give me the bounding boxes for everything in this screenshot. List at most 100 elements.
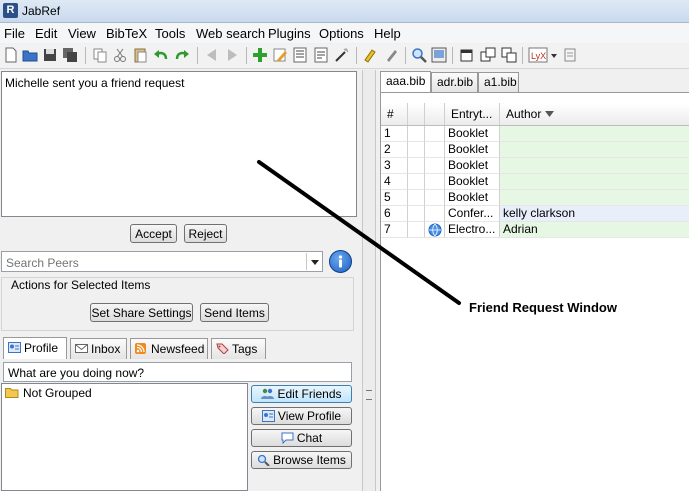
menu-options[interactable]: Options xyxy=(319,26,364,41)
view-profile-button[interactable]: View Profile xyxy=(251,407,352,425)
search-icon[interactable] xyxy=(411,47,427,63)
tab-tags[interactable]: Tags xyxy=(211,338,266,359)
edit-strings-icon[interactable] xyxy=(292,47,308,63)
edit-entry-icon[interactable] xyxy=(272,47,288,63)
cell-author xyxy=(500,174,689,190)
toolbar-separator xyxy=(197,47,198,64)
lyx-icon[interactable]: LyX xyxy=(528,47,548,63)
panel-splitter[interactable] xyxy=(362,70,376,491)
friends-list[interactable]: Not Grouped xyxy=(1,383,248,491)
table-row[interactable]: 2 Booklet xyxy=(381,142,689,158)
jabref-app-icon: R xyxy=(3,3,18,18)
menu-edit[interactable]: Edit xyxy=(35,26,57,41)
reject-button[interactable]: Reject xyxy=(184,224,227,243)
cell-author xyxy=(500,190,689,206)
cell-flag xyxy=(408,158,425,174)
lyx-dropdown-icon[interactable] xyxy=(550,47,558,63)
actions-panel-title: Actions for Selected Items xyxy=(11,278,151,292)
send-items-button[interactable]: Send Items xyxy=(200,303,269,322)
cell-file xyxy=(425,190,445,206)
table-row[interactable]: 7 Electro... Adrian xyxy=(381,222,689,238)
status-input[interactable] xyxy=(6,364,350,382)
cell-number: 5 xyxy=(381,190,408,206)
info-button[interactable] xyxy=(329,250,352,273)
toolbar-separator xyxy=(246,47,247,64)
redo-icon[interactable] xyxy=(174,47,190,63)
menu-bibtex[interactable]: BibTeX xyxy=(106,26,147,41)
undo-icon[interactable] xyxy=(153,47,169,63)
sort-descending-icon xyxy=(544,111,554,117)
menu-view[interactable]: View xyxy=(68,26,96,41)
globe-icon[interactable] xyxy=(428,223,442,237)
open-file-icon[interactable] xyxy=(22,47,38,63)
windows-tile-icon[interactable] xyxy=(480,47,496,63)
table-row[interactable]: 3 Booklet xyxy=(381,158,689,174)
menu-tools[interactable]: Tools xyxy=(155,26,185,41)
windows-cascade-icon[interactable] xyxy=(501,47,517,63)
edit-friends-button[interactable]: Edit Friends xyxy=(251,385,352,403)
menu-plugins[interactable]: Plugins xyxy=(268,26,311,41)
toggle-groups-icon[interactable] xyxy=(431,47,447,63)
column-header-number[interactable]: # xyxy=(381,103,408,125)
save-all-icon[interactable] xyxy=(62,47,78,63)
profile-card-icon xyxy=(261,410,275,422)
inbox-icon xyxy=(75,340,88,353)
search-peers-input[interactable] xyxy=(4,253,308,272)
friends-group-item[interactable]: Not Grouped xyxy=(5,386,92,400)
tab-profile[interactable]: Profile xyxy=(3,337,67,359)
browse-items-button[interactable]: Browse Items xyxy=(251,451,352,469)
cell-entrytype: Booklet xyxy=(445,126,500,142)
pencil-icon[interactable] xyxy=(384,47,400,63)
magic-wand-icon[interactable] xyxy=(334,47,350,63)
tab-newsfeed[interactable]: Newsfeed xyxy=(130,338,208,359)
table-row[interactable]: 4 Booklet xyxy=(381,174,689,190)
cell-number: 7 xyxy=(381,222,408,238)
friend-request-message: Michelle sent you a friend request xyxy=(5,76,185,90)
accept-button[interactable]: Accept xyxy=(130,224,177,243)
menu-web-search[interactable]: Web search xyxy=(196,26,265,41)
add-entry-icon[interactable] xyxy=(252,47,268,63)
cell-file xyxy=(425,174,445,190)
users-icon xyxy=(261,388,275,400)
group-label: Not Grouped xyxy=(23,386,92,400)
cell-number: 1 xyxy=(381,126,408,142)
table-row[interactable]: 6 Confer... kelly clarkson xyxy=(381,206,689,222)
cell-file xyxy=(425,222,445,238)
cell-number: 4 xyxy=(381,174,408,190)
save-icon[interactable] xyxy=(42,47,58,63)
chat-button[interactable]: Chat xyxy=(251,429,352,447)
splitter-grip[interactable] xyxy=(366,390,372,400)
table-row[interactable]: 1 Booklet xyxy=(381,126,689,142)
file-tab-aaa[interactable]: aaa.bib xyxy=(380,71,431,92)
forward-icon[interactable] xyxy=(224,47,240,63)
file-tab-a1[interactable]: a1.bib xyxy=(478,72,519,92)
tab-label: Inbox xyxy=(91,342,121,356)
cut-icon[interactable] xyxy=(112,47,128,63)
edit-preamble-icon[interactable] xyxy=(313,47,329,63)
menu-file[interactable]: File xyxy=(4,26,25,41)
toolbar-separator xyxy=(452,47,453,64)
magnifier-icon xyxy=(257,454,270,467)
column-header-author[interactable]: Author xyxy=(500,103,689,125)
copy-icon[interactable] xyxy=(92,47,108,63)
paste-icon[interactable] xyxy=(132,47,148,63)
file-tab-adr[interactable]: adr.bib xyxy=(431,72,478,92)
menu-help[interactable]: Help xyxy=(374,26,401,41)
rss-icon xyxy=(135,340,148,354)
document-icon[interactable] xyxy=(562,47,578,63)
window-icon[interactable] xyxy=(459,47,475,63)
set-share-settings-button[interactable]: Set Share Settings xyxy=(90,303,193,322)
button-label: Chat xyxy=(296,431,323,445)
column-header-entrytype[interactable]: Entryt... xyxy=(445,103,500,125)
toolbar-separator xyxy=(522,47,523,64)
button-label: View Profile xyxy=(277,409,342,423)
highlighter-icon[interactable] xyxy=(362,47,378,63)
search-dropdown-arrow[interactable] xyxy=(306,253,323,270)
tab-inbox[interactable]: Inbox xyxy=(70,338,127,359)
entry-table: # Entryt... Author 1 Booklet 2 Booklet 3 Book… xyxy=(380,92,689,491)
back-icon[interactable] xyxy=(204,47,220,63)
table-row[interactable]: 5 Booklet xyxy=(381,190,689,206)
column-header-flag[interactable] xyxy=(408,103,425,125)
column-header-file[interactable] xyxy=(425,103,445,125)
new-file-icon[interactable] xyxy=(3,47,19,63)
